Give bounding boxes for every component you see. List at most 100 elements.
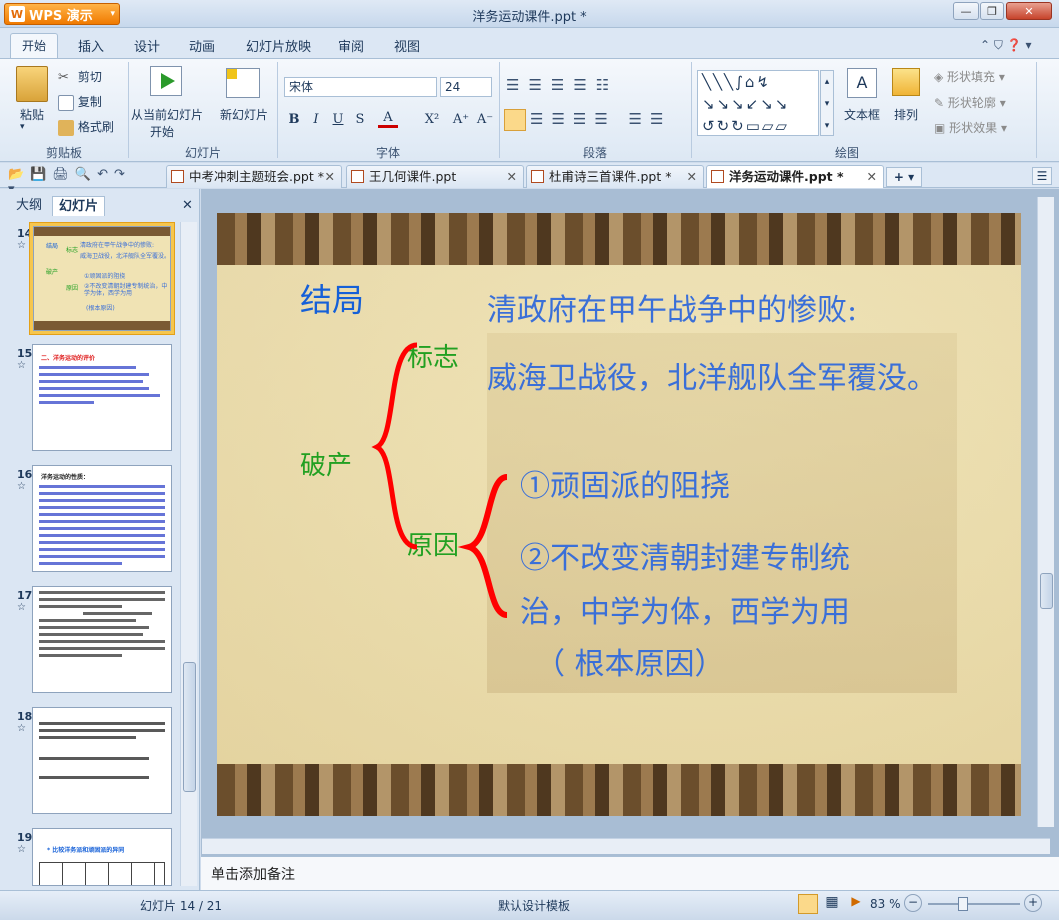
tab-home[interactable]: 开始	[10, 33, 58, 59]
zoom-slider[interactable]	[928, 903, 1020, 905]
doc-tab-label: 王几何课件.ppt	[369, 169, 457, 184]
close-pane-button[interactable]: ✕	[182, 198, 193, 213]
zoom-out-button[interactable]: −	[904, 894, 922, 912]
scroll-thumb[interactable]	[183, 662, 196, 792]
close-icon[interactable]: ✕	[507, 166, 517, 187]
slide-title[interactable]: 结局	[300, 275, 364, 321]
thumb-title: 洋务运动的性质：	[41, 474, 90, 481]
brace-small	[457, 474, 508, 618]
reason-item-1[interactable]: ①顽固派的阻挠	[520, 461, 730, 505]
notes-placeholder[interactable]: 单击添加备注	[211, 864, 295, 884]
cut-label: 剪切	[77, 70, 102, 84]
shape-outline-button[interactable]: ✎ 形状轮廓 ▾	[934, 94, 1006, 111]
brace-large	[371, 342, 418, 550]
tab-outline[interactable]: 大纲	[10, 196, 48, 216]
close-icon[interactable]: ✕	[325, 166, 335, 187]
shape-gallery[interactable]: ╲╲╲∫⌂↯ ↘↘↘↙↘↘ ↺↻↻▭▱▱	[697, 70, 819, 136]
reason-note[interactable]: （ 根本原因）	[535, 639, 725, 683]
cut-button[interactable]: ✂ 剪切	[58, 68, 102, 86]
normal-view-button[interactable]	[798, 894, 818, 914]
shape-effect-label: 形状效果	[949, 121, 998, 135]
design-template[interactable]: 默认设计模板	[498, 897, 570, 914]
doc-tab[interactable]: 中考冲刺主题班会.ppt * ✕	[166, 165, 342, 188]
zoom-slider-thumb[interactable]	[958, 897, 968, 911]
star-icon: ☆	[17, 723, 26, 734]
slides-pane-scrollbar[interactable]	[180, 222, 197, 886]
label-bankrupt[interactable]: 破产	[300, 445, 352, 482]
thumb-label: 结局	[46, 243, 59, 250]
help-icons[interactable]: ⌃ ⛉ ❓ ▾	[980, 38, 1031, 53]
copy-button[interactable]: 复制	[58, 93, 102, 111]
reason-item-2b[interactable]: 治，中学为体，西学为用	[520, 587, 850, 631]
font-name-combo[interactable]: 宋体	[284, 77, 437, 97]
slide-line-1[interactable]: 清政府在甲午战争中的惨败:	[487, 285, 857, 329]
close-button[interactable]: ✕	[1006, 2, 1052, 20]
group-label-clipboard: 剪贴板	[45, 146, 82, 160]
editor-vertical-scrollbar[interactable]	[1037, 197, 1054, 827]
slide-canvas[interactable]: 结局 标志 破产 原因 清政府在甲午战争中的惨败: 威海卫战役，北洋舰队全军覆没…	[217, 213, 1021, 816]
editor-horizontal-scrollbar[interactable]	[202, 838, 1050, 854]
font-size-combo[interactable]: 24	[440, 77, 492, 97]
doc-tab-active[interactable]: 洋务运动课件.ppt * ✕	[706, 165, 884, 188]
star-icon: ☆	[17, 360, 26, 371]
arrange-button[interactable]: 排列	[894, 106, 918, 123]
slide-line-2[interactable]: 威海卫战役，北洋舰队全军覆没。	[487, 353, 937, 397]
align-left-button[interactable]	[504, 109, 526, 131]
tab-design[interactable]: 设计	[134, 36, 160, 55]
group-separator	[128, 62, 129, 158]
scissors-icon: ✂	[58, 69, 69, 85]
font-color-button[interactable]: A	[378, 108, 398, 128]
tab-view[interactable]: 视图	[394, 36, 420, 55]
textbox-icon: A	[847, 68, 877, 98]
minimize-button[interactable]: —	[953, 2, 979, 20]
paste-button[interactable]: 粘贴	[20, 106, 44, 123]
bold-button[interactable]: B	[284, 110, 304, 130]
new-tab-button[interactable]: + ▾	[886, 167, 922, 187]
zoom-in-button[interactable]: +	[1024, 894, 1042, 912]
doc-tab[interactable]: 王几何课件.ppt ✕	[346, 165, 524, 188]
reason-item-2a[interactable]: ②不改变清朝封建专制统	[520, 533, 850, 577]
doc-tab[interactable]: 杜甫诗三首课件.ppt * ✕	[526, 165, 704, 188]
tab-review[interactable]: 审阅	[338, 36, 364, 55]
new-slide-button[interactable]: 新幻灯片	[220, 106, 268, 123]
tab-slideshow[interactable]: 幻灯片放映	[246, 36, 311, 55]
slide-thumbnail-15[interactable]: 二、洋务运动的评价	[32, 344, 172, 451]
thumb-line: 威海卫战役，北洋舰队全军覆没。	[80, 253, 171, 260]
shrink-font-button[interactable]: A⁻	[474, 110, 496, 130]
shape-fill-button[interactable]: ◈ 形状填充 ▾	[934, 68, 1005, 85]
zoom-level[interactable]: 83 %	[870, 897, 901, 911]
play-from-current-label2: 开始	[150, 125, 175, 139]
underline-button[interactable]: U	[328, 110, 348, 130]
grow-font-button[interactable]: A⁺	[450, 110, 472, 130]
paragraph-align-buttons[interactable]: ☰☰☰☰ ☰☰	[530, 110, 690, 130]
group-label-font: 字体	[375, 146, 400, 160]
strikethrough-button[interactable]: S	[350, 110, 370, 130]
close-icon[interactable]: ✕	[687, 166, 697, 187]
gallery-scroll[interactable]: ▴ ▾ ▾	[820, 70, 834, 136]
format-painter-button[interactable]: 格式刷	[58, 118, 114, 136]
tab-insert[interactable]: 插入	[78, 36, 104, 55]
textbox-button[interactable]: 文本框	[844, 106, 880, 123]
scroll-thumb[interactable]	[1040, 573, 1053, 609]
tab-animation[interactable]: 动画	[189, 36, 215, 55]
play-from-current-button[interactable]: 从当前幻灯片	[131, 106, 203, 123]
close-icon[interactable]: ✕	[867, 166, 877, 187]
italic-button[interactable]: I	[306, 110, 326, 130]
slide-thumbnail-17[interactable]	[32, 586, 172, 693]
chevron-down-icon: ▾	[20, 122, 25, 132]
notes-pane[interactable]	[201, 856, 1059, 890]
tab-list-button[interactable]: ☰	[1032, 167, 1052, 185]
copy-label: 复制	[77, 95, 102, 109]
slide-sorter-button[interactable]: ▦	[822, 894, 842, 914]
shape-effect-button[interactable]: ▣ 形状效果 ▾	[934, 119, 1007, 136]
slide-thumbnail-16[interactable]: 洋务运动的性质：	[32, 465, 172, 572]
slideshow-button[interactable]: ▶	[846, 894, 866, 914]
restore-button[interactable]: ❐	[980, 2, 1004, 20]
paint-bucket-icon: ◈	[934, 70, 948, 84]
tab-slides[interactable]: 幻灯片	[52, 196, 106, 216]
slide-thumbnail-18[interactable]	[32, 707, 172, 814]
quick-access-toolbar[interactable]: 📂💾🖨🔍↶↷ ▾	[8, 167, 148, 197]
slide-thumbnail-19[interactable]: * 比较洋务派和顽固派的异同	[32, 828, 172, 886]
superscript-button[interactable]: X²	[420, 110, 444, 130]
paragraph-list-buttons[interactable]: ☰☰☰☰☷	[506, 76, 686, 96]
